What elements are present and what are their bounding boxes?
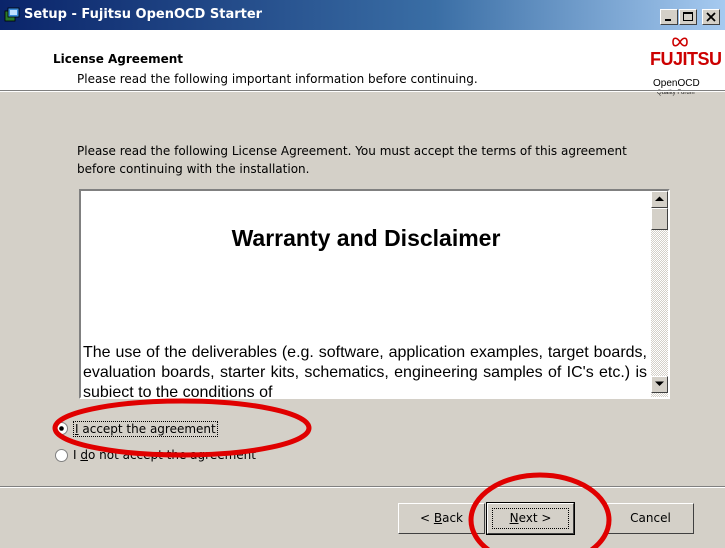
accept-agreement-label: I accept the agreement	[73, 421, 218, 437]
minimize-icon	[665, 19, 671, 21]
license-body: The use of the deliverables (e.g. softwa…	[83, 344, 647, 397]
scroll-thumb[interactable]	[651, 208, 668, 230]
license-content: Warranty and Disclaimer The use of the d…	[81, 191, 651, 397]
maximize-button[interactable]	[679, 9, 697, 25]
page-subtitle: Please read the following important info…	[77, 72, 478, 86]
footer-divider	[0, 486, 725, 488]
license-textbox[interactable]: Warranty and Disclaimer The use of the d…	[79, 189, 670, 399]
back-button[interactable]: < Back	[398, 503, 485, 534]
close-icon	[706, 12, 716, 22]
infinity-mark-icon	[672, 37, 688, 47]
radio-selected-icon	[55, 422, 68, 435]
next-focus-rect	[492, 508, 569, 529]
setup-icon	[4, 7, 20, 23]
scroll-down-icon	[655, 381, 664, 386]
scroll-up-button[interactable]	[651, 191, 668, 208]
close-button[interactable]	[702, 9, 720, 25]
scroll-up-icon	[655, 196, 664, 201]
minimize-button[interactable]	[660, 9, 678, 25]
intro-text: Please read the following License Agreem…	[77, 144, 627, 176]
license-heading: Warranty and Disclaimer	[231, 225, 501, 251]
title-bar: Setup - Fujitsu OpenOCD Starter	[0, 0, 725, 30]
scroll-down-button[interactable]	[651, 376, 668, 393]
logo-brand: FUJITSU	[650, 49, 722, 69]
decline-agreement-label: I do not accept the agreement	[73, 448, 256, 462]
radio-unselected-icon	[55, 449, 68, 462]
next-button[interactable]: Next >	[486, 502, 575, 535]
header-divider	[0, 90, 725, 92]
window-title: Setup - Fujitsu OpenOCD Starter	[24, 7, 263, 22]
page-title: License Agreement	[53, 52, 184, 66]
fujitsu-logo: FUJITSU OpenOCD	[640, 33, 722, 89]
cancel-button[interactable]: Cancel	[607, 503, 694, 534]
logo-product: OpenOCD	[653, 78, 700, 89]
header-panel: License Agreement Please read the follow…	[0, 30, 725, 96]
license-scrollbar[interactable]	[651, 191, 668, 397]
maximize-icon	[683, 12, 693, 21]
